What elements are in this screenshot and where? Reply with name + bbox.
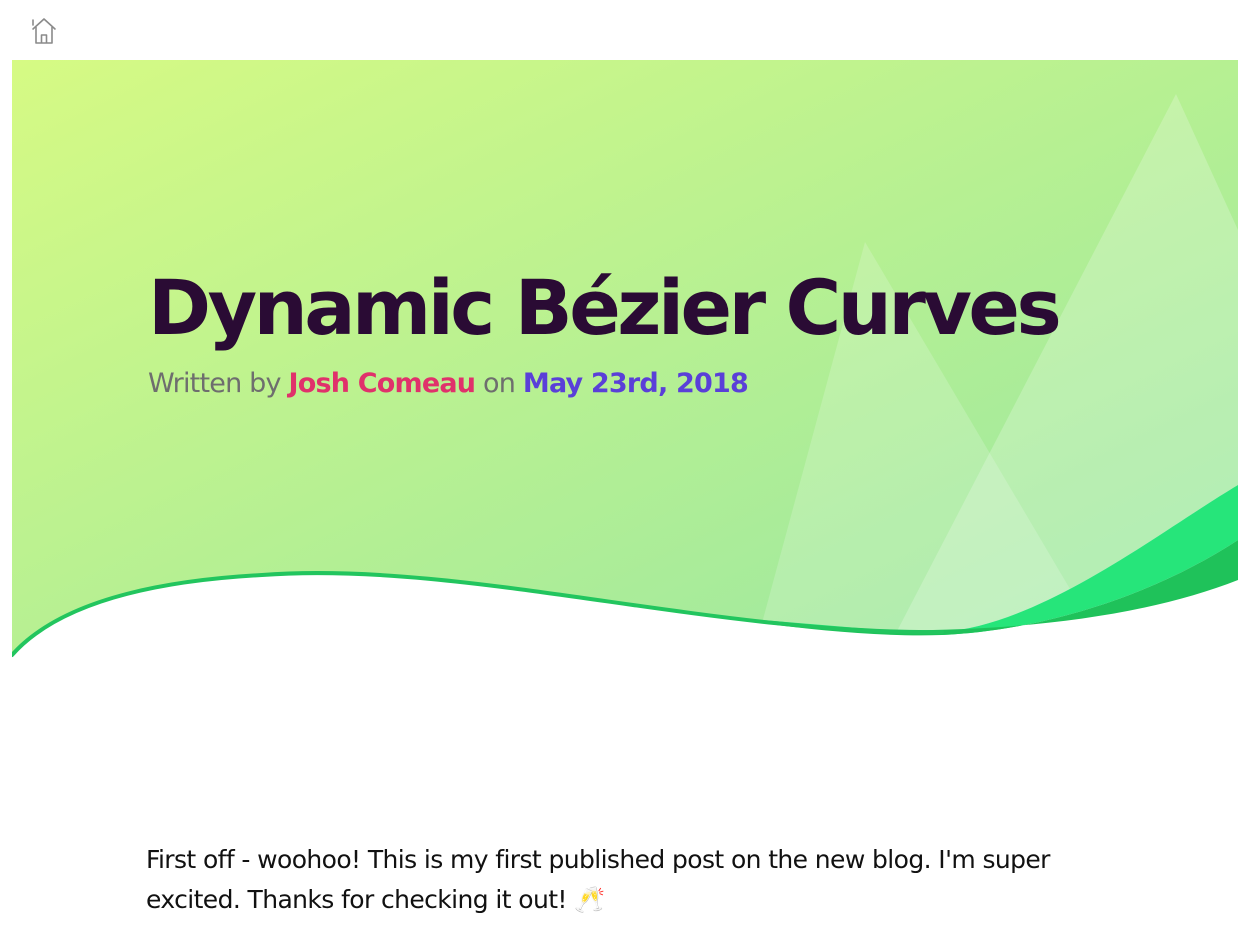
home-link[interactable] xyxy=(30,16,58,46)
hero-header: Dynamic Bézier Curves Written by Josh Co… xyxy=(12,60,1238,660)
publish-date: May 23rd, 2018 xyxy=(522,368,749,399)
byline-middle: on xyxy=(483,368,516,399)
blog-post-page: Dynamic Bézier Curves Written by Josh Co… xyxy=(0,0,1250,938)
home-icon xyxy=(30,16,58,46)
author-link[interactable]: Josh Comeau xyxy=(288,368,476,399)
intro-paragraph: First off - woohoo! This is my first pub… xyxy=(146,840,1106,920)
post-content: First off - woohoo! This is my first pub… xyxy=(146,840,1106,920)
post-byline: Written by Josh Comeau on May 23rd, 2018 xyxy=(148,368,1208,399)
byline-prefix: Written by xyxy=(148,368,281,399)
clinking-glasses-emoji: 🥂 xyxy=(574,885,605,914)
hero-text: Dynamic Bézier Curves Written by Josh Co… xyxy=(148,263,1208,400)
post-title: Dynamic Bézier Curves xyxy=(148,263,1062,352)
